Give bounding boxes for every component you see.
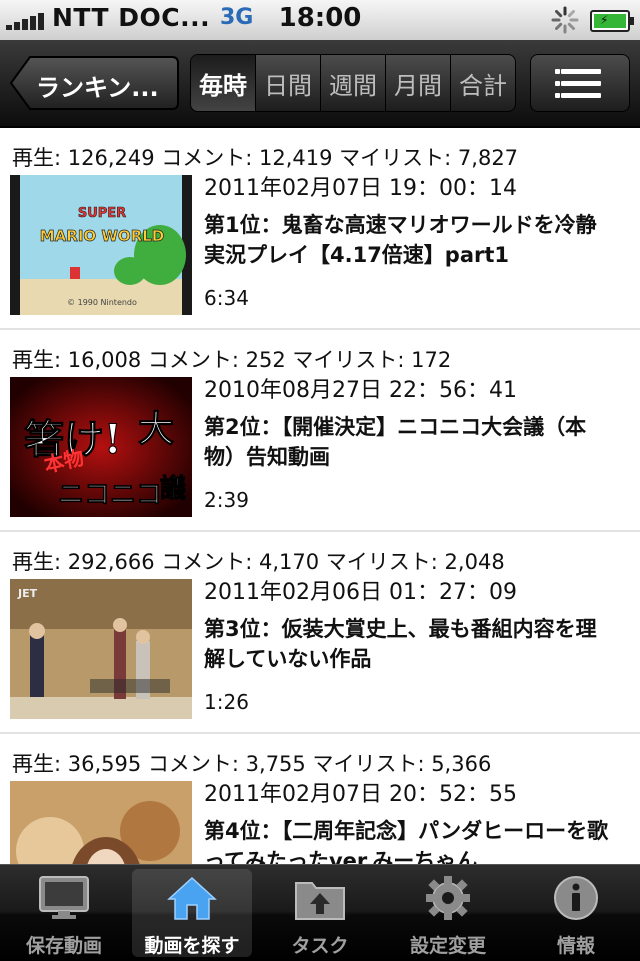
segment-hourly[interactable]: 毎時 — [191, 55, 255, 111]
video-posted-date: 2011年02月07日 19：00：14 — [204, 176, 517, 201]
video-title: 第1位：鬼畜な高速マリオワールドを冷静実況プレイ【4.17倍速】part1 — [204, 213, 597, 267]
list-item[interactable]: 再生: 36,595 コメント: 3,755 マイリスト: 5,366 2011… — [0, 734, 640, 864]
tab-bar: 保存動画 動画を探す タスク 設定変更 情報 — [0, 864, 640, 961]
battery-icon: ⚡ — [590, 10, 634, 32]
ranking-list[interactable]: 再生: 126,249 コメント: 12,419 マイリスト: 7,827 SU… — [0, 128, 640, 864]
navigation-bar: ランキン... 毎時 日間 週間 月間 合計 — [0, 40, 640, 128]
back-button-label: ランキン... — [36, 74, 159, 102]
tab-label: タスク — [291, 935, 349, 957]
list-item[interactable]: 再生: 126,249 コメント: 12,419 マイリスト: 7,827 SU… — [0, 128, 640, 330]
segment-daily[interactable]: 日間 — [255, 55, 320, 111]
info-icon — [554, 876, 598, 920]
video-title: 第3位：仮装大賞史上、最も番組内容を理解していない作品 — [204, 617, 597, 671]
folder-upload-icon — [295, 882, 345, 920]
svg-text:議: 議 — [160, 473, 186, 504]
video-posted-date: 2011年02月07日 20：52：55 — [204, 782, 517, 807]
video-stats: 再生: 292,666 コメント: 4,170 マイリスト: 2,048 — [12, 550, 505, 574]
video-thumbnail: JET — [10, 579, 192, 719]
video-posted-date: 2011年02月06日 01：27：09 — [204, 580, 517, 605]
video-thumbnail: 箸け! 大 本物 ニコニコ 議 — [10, 377, 192, 517]
home-icon — [167, 876, 217, 920]
activity-spinner-icon — [551, 6, 579, 34]
ranking-period-segmented-control: 毎時 日間 週間 月間 合計 — [190, 54, 516, 112]
video-duration: 1:26 — [204, 690, 249, 714]
video-thumbnail — [10, 781, 192, 864]
svg-text:ニコニコ: ニコニコ — [58, 480, 162, 510]
tab-settings[interactable]: 設定変更 — [388, 865, 508, 961]
tab-find-videos[interactable]: 動画を探す — [132, 869, 252, 957]
list-item[interactable]: 再生: 16,008 コメント: 252 マイリスト: 172 箸け! 大 本物… — [0, 330, 640, 532]
video-title: 第4位：【二周年記念】パンダヒーローを歌ってみたったver.みーちゃん — [204, 819, 609, 864]
svg-text:JET: JET — [17, 587, 38, 600]
video-title: 第2位：【開催決定】ニコニコ大会議（本物）告知動画 — [204, 415, 587, 469]
svg-text:大: 大 — [138, 408, 174, 450]
status-time: 18:00 — [278, 3, 362, 33]
video-posted-date: 2010年08月27日 22：56：41 — [204, 378, 517, 403]
segment-total[interactable]: 合計 — [450, 55, 515, 111]
monitor-icon — [39, 876, 89, 919]
svg-text:MARIO WORLD: MARIO WORLD — [40, 227, 165, 245]
tab-info[interactable]: 情報 — [516, 865, 636, 961]
tab-tasks[interactable]: タスク — [260, 865, 380, 961]
video-stats: 再生: 36,595 コメント: 3,755 マイリスト: 5,366 — [12, 752, 492, 776]
status-bar: NTT DOC... 3G 18:00 ⚡ — [0, 0, 640, 40]
menu-button[interactable] — [530, 54, 630, 112]
video-duration: 2:39 — [204, 488, 249, 512]
tab-label: 情報 — [556, 935, 595, 957]
gear-icon — [426, 876, 470, 920]
svg-text:© 1990 Nintendo: © 1990 Nintendo — [67, 298, 137, 307]
tab-label: 動画を探す — [144, 935, 240, 957]
video-duration: 6:34 — [204, 286, 249, 310]
tab-saved-videos[interactable]: 保存動画 — [4, 865, 124, 961]
list-item[interactable]: 再生: 292,666 コメント: 4,170 マイリスト: 2,048 JET… — [0, 532, 640, 734]
segment-weekly[interactable]: 週間 — [320, 55, 385, 111]
video-thumbnail: SUPER MARIO WORLD © 1990 Nintendo — [10, 175, 192, 315]
video-stats: 再生: 16,008 コメント: 252 マイリスト: 172 — [12, 348, 452, 372]
back-button[interactable]: ランキン... — [10, 55, 180, 111]
tab-label: 設定変更 — [409, 935, 486, 957]
svg-text:SUPER: SUPER — [78, 206, 126, 221]
video-stats: 再生: 126,249 コメント: 12,419 マイリスト: 7,827 — [12, 146, 519, 170]
segment-monthly[interactable]: 月間 — [385, 55, 450, 111]
tab-label: 保存動画 — [25, 935, 102, 957]
